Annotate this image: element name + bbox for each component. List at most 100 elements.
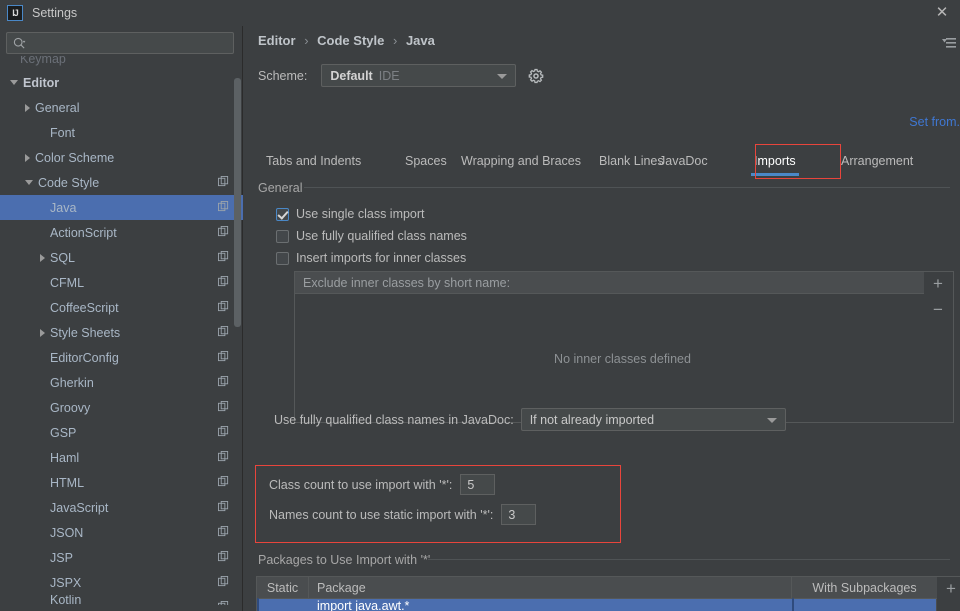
static-checkbox[interactable] (257, 598, 259, 611)
breadcrumb-java: Java (405, 33, 435, 48)
copy-scheme-icon[interactable] (218, 376, 229, 387)
copy-scheme-icon[interactable] (218, 476, 229, 487)
search-box[interactable] (6, 32, 234, 54)
chevron-down-icon[interactable] (10, 80, 18, 85)
sidebar-item-label: Gherkin (50, 375, 94, 390)
tab-spaces[interactable]: Spaces (394, 144, 458, 178)
tab-javadoc[interactable]: JavaDoc (648, 144, 719, 178)
sidebar-item-actionscript[interactable]: ActionScript (0, 220, 243, 245)
sidebar-item-gherkin[interactable]: Gherkin (0, 370, 243, 395)
checkbox-box[interactable] (276, 229, 289, 243)
checkbox-use-fully-qualified-class-names[interactable]: Use fully qualified class names (276, 229, 467, 243)
sidebar-item-cfml[interactable]: CFML (0, 270, 243, 295)
sidebar-item-coffeescript[interactable]: CoffeeScript (0, 295, 243, 320)
count-value-input[interactable]: 3 (501, 504, 537, 525)
settings-content: Editor › Code Style › Java Scheme: Defau… (244, 26, 960, 611)
sidebar-item-javascript[interactable]: JavaScript (0, 495, 243, 520)
copy-scheme-icon[interactable] (218, 451, 229, 462)
copy-scheme-icon[interactable] (218, 326, 229, 337)
chevron-right-icon[interactable] (40, 253, 45, 262)
sidebar-item-jsp[interactable]: JSP (0, 545, 243, 570)
checkbox-box[interactable] (276, 207, 289, 221)
copy-scheme-icon[interactable] (218, 576, 229, 587)
sidebar-item-keymap[interactable]: Keymap (0, 56, 243, 70)
add-inner-class-button[interactable]: + (924, 272, 952, 294)
sidebar-item-jspx[interactable]: JSPX (0, 570, 243, 595)
sidebar-item-code-style[interactable]: Code Style (0, 170, 243, 195)
copy-scheme-icon[interactable] (218, 276, 229, 287)
checkbox-label: Use fully qualified class names (296, 229, 467, 243)
chevron-down-icon (766, 418, 777, 423)
set-from-link[interactable]: Set from. (909, 115, 960, 129)
sidebar-item-html[interactable]: HTML (0, 470, 243, 495)
copy-scheme-icon[interactable] (218, 176, 229, 187)
sidebar-scrollbar[interactable] (234, 78, 241, 327)
copy-scheme-icon[interactable] (218, 501, 229, 512)
javadoc-fq-dropdown[interactable]: If not already imported (520, 408, 786, 431)
remove-package-button[interactable]: − (937, 603, 960, 611)
sidebar-item-gsp[interactable]: GSP (0, 420, 243, 445)
sidebar-item-haml[interactable]: Haml (0, 445, 243, 470)
tab-wrapping-and-braces[interactable]: Wrapping and Braces (450, 144, 592, 178)
copy-scheme-icon[interactable] (218, 251, 229, 262)
sidebar-item-color-scheme[interactable]: Color Scheme (0, 145, 243, 170)
cell-with-subpackages[interactable] (792, 598, 937, 611)
general-section-rule (304, 187, 950, 188)
tab-arrangement[interactable]: Arrangement (830, 144, 924, 178)
search-input[interactable] (31, 33, 229, 53)
packages-section-rule (428, 559, 950, 560)
tab-tabs-and-indents[interactable]: Tabs and Indents (255, 144, 372, 178)
copy-scheme-icon[interactable] (218, 201, 229, 212)
exclude-inner-classes-header: Exclude inner classes by short name: (295, 272, 950, 294)
sidebar-item-json[interactable]: JSON (0, 520, 243, 545)
sidebar-item-java[interactable]: Java (0, 195, 243, 220)
copy-scheme-icon[interactable] (218, 351, 229, 362)
copy-scheme-icon[interactable] (218, 301, 229, 312)
sidebar-item-label: GSP (50, 425, 77, 440)
gear-icon[interactable] (528, 68, 544, 84)
sidebar-item-editor[interactable]: Editor (0, 70, 243, 95)
chevron-down-icon[interactable] (25, 180, 33, 185)
sidebar-item-kotlin[interactable]: Kotlin (0, 595, 243, 605)
chevron-right-icon[interactable] (25, 153, 30, 162)
copy-scheme-icon[interactable] (218, 426, 229, 437)
chevron-right-icon[interactable] (25, 103, 30, 112)
sidebar-item-groovy[interactable]: Groovy (0, 395, 243, 420)
cell-package[interactable]: import java.awt.* (309, 599, 792, 611)
sidebar-item-label: Keymap (20, 56, 66, 66)
sidebar-item-sql[interactable]: SQL (0, 245, 243, 270)
count-value-input[interactable]: 5 (460, 474, 496, 495)
tab-imports[interactable]: Imports (743, 144, 807, 178)
checkbox-use-single-class-import[interactable]: Use single class import (276, 207, 425, 221)
copy-scheme-icon[interactable] (218, 526, 229, 537)
add-package-button[interactable]: + (937, 577, 960, 599)
copy-scheme-icon[interactable] (218, 226, 229, 237)
subpackages-checkbox[interactable] (792, 598, 794, 611)
scheme-value: Default (330, 68, 373, 83)
count-label: Names count to use static import with '*… (269, 507, 494, 522)
sidebar-item-editorconfig[interactable]: EditorConfig (0, 345, 243, 370)
javadoc-fq-label: Use fully qualified class names in JavaD… (274, 412, 514, 427)
checkbox-box[interactable] (276, 251, 289, 265)
chevron-right-icon[interactable] (40, 328, 45, 337)
sidebar-item-label: Font (50, 125, 76, 140)
sidebar-item-label: Java (50, 200, 77, 215)
breadcrumb-separator-2: › (392, 33, 398, 48)
copy-scheme-icon[interactable] (218, 551, 229, 562)
tab-overflow-icon[interactable] (942, 37, 956, 49)
table-row[interactable]: import java.awt.* (257, 598, 937, 611)
scheme-dropdown[interactable]: Default IDE (321, 64, 517, 87)
remove-inner-class-button[interactable]: − (924, 298, 952, 320)
copy-scheme-icon[interactable] (218, 401, 229, 412)
copy-scheme-icon[interactable] (218, 601, 229, 605)
close-icon[interactable]: ✕ (933, 4, 951, 22)
sidebar-item-general[interactable]: General (0, 95, 243, 120)
tab-label: Wrapping and Braces (461, 154, 581, 168)
sidebar-item-font[interactable]: Font (0, 120, 243, 145)
sidebar-item-label: JSP (50, 550, 73, 565)
checkbox-insert-imports-for-inner-classes[interactable]: Insert imports for inner classes (276, 251, 466, 265)
count-row-2: Names count to use static import with '*… (269, 504, 537, 525)
packages-table-header: Static Package With Subpackages (257, 577, 937, 599)
cell-static[interactable] (257, 598, 309, 611)
sidebar-item-style-sheets[interactable]: Style Sheets (0, 320, 243, 345)
